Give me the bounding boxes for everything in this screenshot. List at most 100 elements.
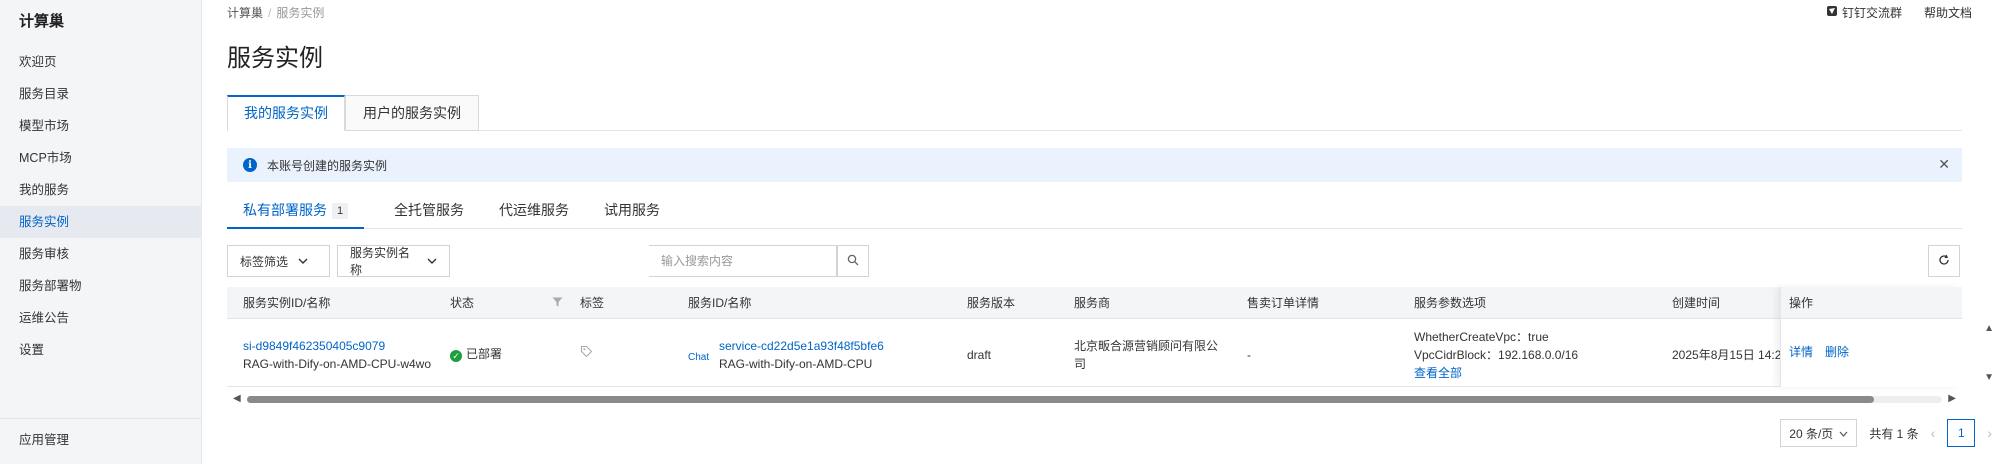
provider-line-2: 司 [1074,357,1087,371]
col-instance-id: 服务实例ID/名称 [243,296,331,310]
horizontal-scrollbar[interactable]: ◀ ▶ [227,392,1962,406]
search-field-select[interactable]: 服务实例名称 [337,245,450,277]
search-input[interactable] [649,245,837,277]
filter-icon[interactable] [552,297,563,309]
sidebar-item-my-services[interactable]: 我的服务 [0,174,202,206]
sidebar-divider [0,418,202,419]
table-header: 服务实例ID/名称 状态 标签 服务ID/名称 服务版本 服务商 售卖订单详情 … [227,287,1962,319]
col-actions: 操作 [1781,287,1962,319]
close-icon[interactable]: ✕ [1938,156,1950,173]
service-cell: service-cd22d5e1a93f48f5bfe6 RAG-with-Di… [719,337,884,373]
scroll-right-arrow-icon[interactable]: ▶ [1948,393,1956,404]
sidebar-item-settings[interactable]: 设置 [0,334,202,366]
subtab-trial[interactable]: 试用服务 [594,195,670,229]
sidebar-item-mcp-market[interactable]: MCP市场 [0,142,202,174]
details-link[interactable]: 详情 [1789,345,1813,359]
instance-cell: si-d9849f462350405c9079 RAG-with-Dify-on… [243,337,431,373]
sidebar-item-service-catalog[interactable]: 服务目录 [0,78,202,110]
instance-name: RAG-with-Dify-on-AMD-CPU-w4wo [243,357,432,371]
page-title: 服务实例 [227,45,323,72]
chevron-down-icon [1839,426,1848,440]
sidebar-title: 计算巢 [19,13,65,30]
page-number-button[interactable]: 1 [1947,419,1976,447]
chat-tag: Chat [688,352,710,363]
col-params: 服务参数选项 [1414,296,1487,310]
subtab-managed-ops[interactable]: 代运维服务 [489,195,579,229]
sidebar: 计算巢 欢迎页 服务目录 模型市场 MCP市场 我的服务 服务实例 服务审核 服… [0,0,202,464]
provider-cell: 北京畈合源营销顾问有限公 司 [1074,337,1218,373]
chevron-down-icon [427,256,437,267]
breadcrumb-separator: / [268,6,272,20]
help-docs-label: 帮助文档 [1923,6,1972,20]
search-button[interactable] [837,245,869,277]
top-links: 钉钉交流群 帮助文档 [1826,4,1972,21]
search-icon [847,254,859,269]
actions-column: 操作 详情 删除 [1780,287,1962,387]
sidebar-item-service-review[interactable]: 服务审核 [0,238,202,270]
scroll-down-arrow-icon[interactable]: ▼ [1984,372,1994,383]
refresh-icon [1938,254,1950,269]
tab-my-instances[interactable]: 我的服务实例 [227,95,345,131]
col-order-detail: 售卖订单详情 [1247,296,1320,310]
tag-filter-dropdown[interactable]: 标签筛选 [227,245,330,277]
count-badge: 1 [332,203,349,220]
param-vpc-cidr: VpcCidrBlock：192.168.0.0/16 [1414,348,1579,362]
breadcrumb-root[interactable]: 计算巢 [227,6,263,20]
status-cell: ✓ 已部署 [450,345,502,363]
info-alert: i 本账号创建的服务实例 ✕ [227,148,1962,182]
breadcrumb-current: 服务实例 [276,6,325,20]
col-tags: 标签 [580,296,605,310]
subtab-private-deploy[interactable]: 私有部署服务 1 [227,195,365,229]
scroll-up-arrow-icon[interactable]: ▲ [1984,323,1994,334]
help-docs-link[interactable]: 帮助文档 [1924,4,1972,21]
delete-link[interactable]: 删除 [1825,345,1849,359]
next-page-icon[interactable]: › [1987,425,1992,441]
status-text: 已部署 [466,347,503,361]
tab-user-instances[interactable]: 用户的服务实例 [345,95,479,131]
created-time: 2025年8月15日 14:2 [1672,348,1782,362]
col-created: 创建时间 [1672,296,1721,310]
col-service-id: 服务ID/名称 [688,296,752,310]
instance-tabs: 我的服务实例 用户的服务实例 [227,95,1962,131]
provider-line-1: 北京畈合源营销顾问有限公 [1074,339,1219,353]
service-name: RAG-with-Dify-on-AMD-CPU [719,357,873,371]
table-row: si-d9849f462350405c9079 RAG-with-Dify-on… [227,319,1962,387]
sidebar-item-deployables[interactable]: 服务部署物 [0,270,202,302]
scrollbar-thumb[interactable] [247,396,1875,403]
sidebar-item-service-instances[interactable]: 服务实例 [0,206,202,238]
col-version: 服务版本 [967,296,1016,310]
refresh-button[interactable] [1928,245,1960,277]
col-status: 状态 [450,296,475,310]
check-icon: ✓ [450,350,462,362]
total-count: 共有 1 条 [1869,426,1919,441]
prev-page-icon[interactable]: ‹ [1931,425,1936,441]
page-size-label: 20 条/页 [1789,426,1834,441]
alert-text: 本账号创建的服务实例 [267,158,388,173]
scrollbar-track[interactable] [247,396,1942,403]
instance-id-link[interactable]: si-d9849f462350405c9079 [243,337,431,355]
page-size-select[interactable]: 20 条/页 [1780,419,1858,447]
version-value: draft [967,348,992,362]
dingtalk-icon [1826,5,1838,20]
sidebar-item-ops-notice[interactable]: 运维公告 [0,302,202,334]
sidebar-item-welcome[interactable]: 欢迎页 [0,46,202,78]
view-all-params-link[interactable]: 查看全部 [1414,364,1578,382]
search-field-label: 服务实例名称 [350,246,411,277]
service-id-link[interactable]: service-cd22d5e1a93f48f5bfe6 [719,337,884,355]
subtab-fully-managed[interactable]: 全托管服务 [384,195,474,229]
subtab-private-deploy-label: 私有部署服务 [243,202,327,218]
dingtalk-label: 钉钉交流群 [1841,6,1902,20]
sidebar-item-model-market[interactable]: 模型市场 [0,110,202,142]
info-icon: i [243,158,257,172]
scroll-left-arrow-icon[interactable]: ◀ [233,393,241,404]
tag-filter-label: 标签筛选 [240,254,289,269]
order-detail-value: - [1247,348,1251,362]
params-cell: WhetherCreateVpc：true VpcCidrBlock：192.1… [1414,328,1578,382]
row-actions: 详情 删除 [1789,343,1861,360]
breadcrumb: 计算巢 / 服务实例 [227,4,324,21]
chevron-down-icon [298,256,308,267]
pagination: 20 条/页 共有 1 条 ‹ 1 › [1780,418,1992,448]
sidebar-item-app-management[interactable]: 应用管理 [0,424,202,456]
dingtalk-group-link[interactable]: 钉钉交流群 [1826,4,1902,21]
tag-icon[interactable] [580,345,593,363]
